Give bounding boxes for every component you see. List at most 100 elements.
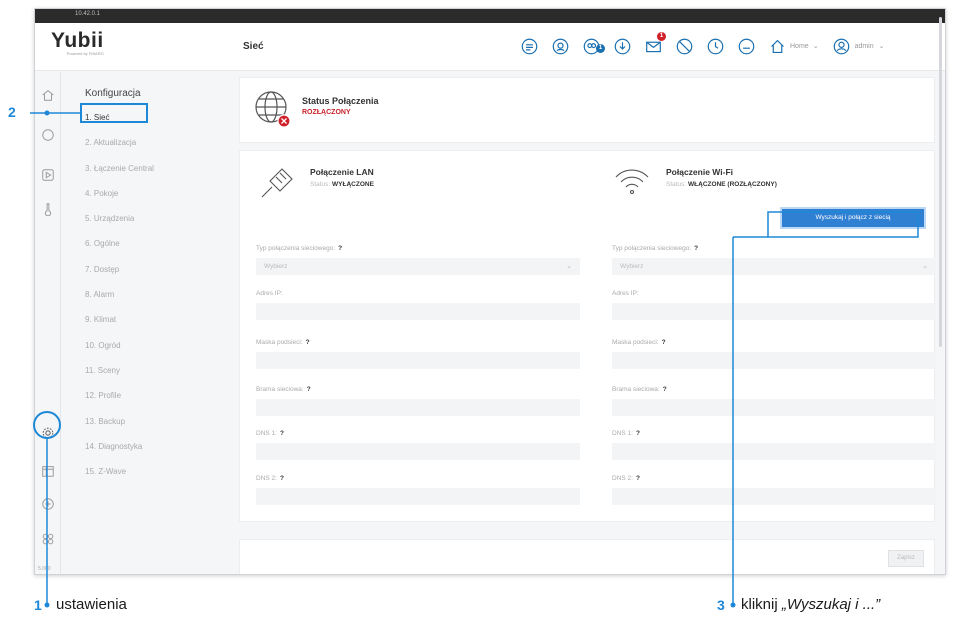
help-icon[interactable]: ? [307,386,311,393]
wifi-dns1-label: DNS 1:? [612,430,640,437]
save-button[interactable]: Zapisz [888,550,924,567]
wifi-status-prefix: Status: [666,181,687,188]
wifi-icon [612,163,652,204]
lan-type-select[interactable]: Wybierz ⌄ [256,258,580,275]
search-connect-button[interactable]: Wyszukaj i połącz z siecią [780,207,926,229]
chevron-down-icon: ⌄ [812,43,819,50]
chevron-down-icon: ⌄ [566,263,572,270]
config-menu: Konfiguracja 1. Sieć 2. Aktualizacja 3. … [61,72,231,574]
menu-item-dostep[interactable]: 7. Dostęp [85,262,154,287]
wifi-mask-label: Maska podsieci:? [612,339,666,346]
wifi-status-value: WŁĄCZONE (ROZŁĄCZONY) [688,181,777,188]
annotation-number-3: 3 [717,597,725,613]
calendar-icon[interactable] [41,464,55,478]
annotation-text-1: ustawienia [56,596,127,613]
notification-badge: 1 [657,32,666,41]
menu-item-alarm[interactable]: 8. Alarm [85,287,154,312]
address-text: 10.42.0.1 [75,11,101,17]
block-icon[interactable] [674,36,694,56]
menu-item-klimat[interactable]: 9. Klimat [85,312,154,337]
wifi-dns2-input[interactable] [612,488,936,505]
menu-item-ogolne[interactable]: 6. Ogólne [85,236,154,261]
help-icon[interactable]: ? [306,339,310,346]
menu-item-urzadzenia[interactable]: 5. Urządzenia [85,211,154,236]
menu-item-backup[interactable]: 13. Backup [85,414,154,439]
top-icons: 1 1 Home ⌄ admin ⌄ [519,32,885,57]
connection-status-card: Status Połączenia ROZŁĄCZONY [239,77,935,143]
wifi-dns1-input[interactable] [612,443,936,460]
menu-item-z-wave[interactable]: 15. Z-Wave [85,464,154,489]
menu-item-pokoje[interactable]: 4. Pokoje [85,186,154,211]
download-icon[interactable] [612,36,632,56]
help-icon[interactable]: ? [280,475,284,482]
wifi-ip-input[interactable] [612,303,936,320]
scrollbar[interactable] [939,17,942,347]
wifi-title: Połączenie Wi-Fi [666,167,733,177]
browser-bar: 10.42.0.1 [35,9,945,23]
help-icon[interactable]: ? [338,245,342,252]
globe-icon [252,88,294,135]
wifi-mask-input[interactable] [612,352,936,369]
settings-icon[interactable] [41,426,55,440]
lan-ip-label: Adres IP: [256,290,283,297]
help-icon[interactable]: ? [663,386,667,393]
wifi-type-select[interactable]: Wybierz ⌄ [612,258,936,275]
menu-item-profile[interactable]: 12. Profile [85,388,154,413]
annotation-number-1: 1 [34,597,42,613]
help-icon[interactable]: ? [636,430,640,437]
annotation-text-3: kliknij „Wyszukaj i ...” [741,596,881,613]
lan-status-prefix: Status: [310,181,331,188]
wifi-dns2-label: DNS 2:? [612,475,640,482]
users-icon[interactable]: 1 [581,36,605,56]
help-icon[interactable]: ? [280,430,284,437]
footer-bar: Zapisz [239,539,935,574]
home-selector[interactable]: Home ⌄ [769,38,819,55]
admin-menu[interactable]: admin ⌄ [833,38,885,55]
user-icon [833,38,849,54]
leader-dot-3 [730,602,736,608]
scenes-rail-icon[interactable] [41,168,55,182]
help-icon[interactable]: ? [694,245,698,252]
devices-icon[interactable] [41,128,55,142]
wifi-gateway-input[interactable] [612,399,936,416]
wifi-column: Połączenie Wi-Fi Status: WŁĄCZONE (ROZŁĄ… [596,151,936,523]
menu-item-ogrod[interactable]: 10. Ogród [85,338,154,363]
clock-icon[interactable] [705,36,725,56]
chevron-down-icon: ⌄ [922,263,928,270]
main-content: Status Połączenia ROZŁĄCZONY Połączenie … [231,72,936,574]
dashboard-icon[interactable] [41,88,55,102]
lan-title: Połączenie LAN [310,167,374,177]
lan-mask-input[interactable] [256,352,580,369]
thermometer-icon[interactable] [41,202,55,217]
alarm-icon[interactable] [550,36,570,56]
plugins-icon[interactable] [41,532,55,546]
help-icon[interactable]: ? [662,339,666,346]
app-window: 10.42.0.1 Yubii Powered by FIBARO Sieć 1 [34,8,946,575]
mail-icon[interactable]: 1 [643,32,666,56]
lan-mask-label: Maska podsieci:? [256,339,310,346]
network-icon[interactable] [41,497,55,511]
wifi-type-label: Typ połączenia sieciowego:? [612,245,699,252]
menu-item-laczenie-central[interactable]: 3. Łączenie Central [85,161,154,186]
lan-dns2-input[interactable] [256,488,580,505]
menu-item-aktualizacja[interactable]: 2. Aktualizacja [85,135,154,160]
wifi-gateway-label: Brama sieciowa:? [612,386,667,393]
status-state: ROZŁĄCZONY [302,109,351,116]
leader-dot-1 [44,602,50,608]
menu-item-siec[interactable]: 1. Sieć [85,110,154,135]
lan-dns2-label: DNS 2:? [256,475,284,482]
admin-label: admin [854,42,874,50]
lan-ip-input[interactable] [256,303,580,320]
scenes-icon[interactable] [519,36,539,56]
lan-gateway-input[interactable] [256,399,580,416]
lan-dns1-input[interactable] [256,443,580,460]
lan-gateway-label: Brama sieciowa:? [256,386,311,393]
help-icon[interactable]: ? [636,475,640,482]
version-text: 5.060 [38,566,51,572]
home-icon [771,39,784,53]
lan-status: Status: WYŁĄCZONE [310,181,374,188]
menu-item-sceny[interactable]: 11. Sceny [85,363,154,388]
top-bar: Yubii Powered by FIBARO Sieć 1 1 Home ⌄ … [35,23,945,71]
weather-icon[interactable] [736,36,756,56]
menu-item-diagnostyka[interactable]: 14. Diagnostyka [85,439,154,464]
